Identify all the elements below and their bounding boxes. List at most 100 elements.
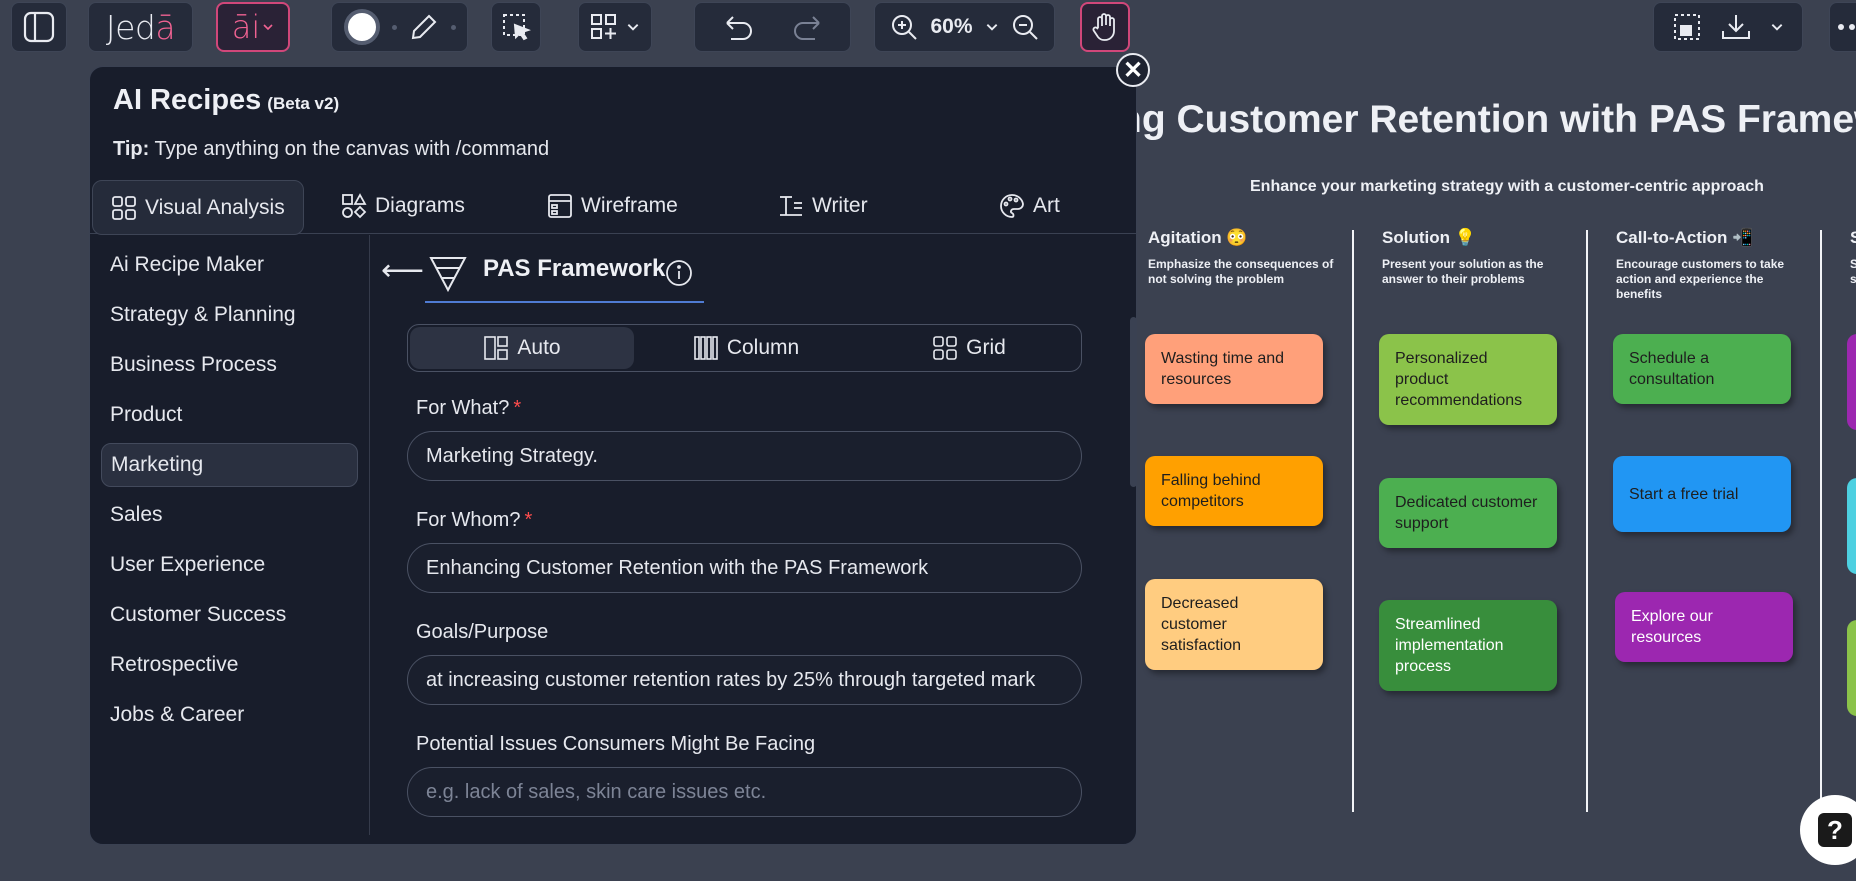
add-grid-icon [591, 14, 616, 39]
sticky-note[interactable]: Streamlined implementation process [1379, 600, 1557, 691]
sticky-note[interactable]: Personalized product recommendations [1379, 334, 1557, 425]
column-description-next[interactable]: S s [1850, 257, 1856, 287]
layout-option-grid[interactable]: Grid [858, 327, 1080, 369]
chevron-down-icon[interactable] [985, 20, 999, 34]
ai-recipes-panel: AI Recipes (Beta v2) Tip: Type anything o… [89, 66, 1137, 845]
sticky-note-partial[interactable] [1847, 334, 1856, 430]
chevron-down-icon [263, 24, 273, 31]
column-divider [1352, 230, 1354, 812]
help-button[interactable]: ? [1800, 795, 1856, 865]
redo-icon[interactable] [791, 13, 823, 41]
field-label-for-what: For What? * [416, 397, 522, 419]
column-heading-next[interactable]: S [1850, 228, 1856, 248]
sidebar-item-jobs-career[interactable]: Jobs & Career [101, 693, 358, 737]
sidebar-toggle-button[interactable] [11, 2, 67, 52]
recipe-category-sidebar: Ai Recipe Maker Strategy & Planning Busi… [90, 235, 370, 835]
draw-tools-group [331, 2, 468, 52]
more-options-button[interactable] [1829, 2, 1856, 52]
tab-writer[interactable]: Writer [778, 178, 868, 233]
jeda-logo: Jedā [105, 7, 176, 47]
sticky-note-partial[interactable] [1847, 620, 1856, 716]
close-panel-button[interactable]: ✕ [1116, 53, 1150, 87]
sticky-note-partial[interactable] [1847, 478, 1856, 574]
column-description-cta[interactable]: Encourage customers to take action and e… [1616, 257, 1806, 302]
zoom-in-icon[interactable] [890, 13, 918, 41]
select-cursor-icon [503, 14, 531, 41]
text-icon [780, 195, 802, 216]
add-element-button[interactable] [578, 2, 652, 52]
color-picker-button[interactable] [343, 9, 380, 45]
pan-tool-button[interactable] [1080, 2, 1130, 52]
zoom-out-icon[interactable] [1011, 13, 1039, 41]
sidebar-item-retrospective[interactable]: Retrospective [101, 643, 358, 687]
column-divider [1820, 230, 1822, 812]
sidebar-item-user-experience[interactable]: User Experience [101, 543, 358, 587]
tab-visual-analysis[interactable]: Visual Analysis [92, 180, 304, 235]
grid-icon [112, 195, 136, 220]
sidebar-panel-icon [23, 11, 55, 43]
canvas-title[interactable]: ng Customer Retention with PAS Framew [1118, 98, 1856, 142]
sticky-note[interactable]: Decreased customer satisfaction [1145, 579, 1323, 670]
panel-scrollbar[interactable] [1130, 317, 1136, 487]
column-description-agitation[interactable]: Emphasize the consequences of not solvin… [1148, 257, 1338, 287]
grid-layout-icon [933, 336, 957, 360]
zoom-level[interactable]: 60% [930, 15, 972, 39]
sticky-note[interactable]: Schedule a consultation [1613, 334, 1791, 404]
history-group [694, 2, 851, 52]
sidebar-item-business-process[interactable]: Business Process [101, 343, 358, 387]
undo-icon[interactable] [723, 13, 755, 41]
tab-art[interactable]: Art [999, 178, 1060, 233]
logo-button[interactable]: Jedā [88, 2, 193, 52]
shapes-icon [342, 192, 367, 218]
sticky-note[interactable]: Wasting time and resources [1145, 334, 1323, 404]
dot-separator [391, 24, 397, 30]
potential-issues-input[interactable]: e.g. lack of sales, skin care issues etc… [407, 767, 1082, 817]
tab-wireframe[interactable]: Wireframe [547, 178, 678, 233]
more-dot [1849, 24, 1855, 30]
for-whom-input[interactable]: Enhancing Customer Retention with the PA… [407, 543, 1082, 593]
column-heading-cta[interactable]: Call-to-Action 📲 [1616, 228, 1753, 248]
layout-option-column[interactable]: Column [634, 327, 858, 369]
select-tool-button[interactable] [491, 2, 541, 52]
column-heading-solution[interactable]: Solution 💡 [1382, 228, 1476, 248]
chevron-down-icon [627, 24, 639, 31]
column-heading-agitation[interactable]: Agitation 😳 [1148, 228, 1248, 248]
more-dot [1838, 24, 1844, 30]
wireframe-icon [548, 193, 572, 218]
info-icon[interactable] [664, 258, 694, 288]
canvas-subtitle[interactable]: Enhance your marketing strategy with a c… [1250, 178, 1764, 196]
sidebar-item-product[interactable]: Product [101, 393, 358, 437]
sidebar-item-ai-recipe-maker[interactable]: Ai Recipe Maker [101, 243, 358, 287]
column-divider [1586, 230, 1588, 812]
sticky-note[interactable]: Falling behind competitors [1145, 456, 1323, 526]
field-label-potential-issues: Potential Issues Consumers Might Be Faci… [416, 733, 816, 755]
ai-menu-button[interactable]: āi [216, 2, 290, 52]
beta-badge: (Beta v2) [267, 94, 340, 113]
sticky-note[interactable]: Dedicated customer support [1379, 478, 1557, 548]
sidebar-item-customer-success[interactable]: Customer Success [101, 593, 358, 637]
layout-selector: Auto Column Grid [407, 324, 1082, 372]
sidebar-item-marketing[interactable]: Marketing [101, 443, 358, 487]
column-description-solution[interactable]: Present your solution as the answer to t… [1382, 257, 1572, 287]
ai-label: āi [231, 8, 261, 46]
sidebar-item-strategy-planning[interactable]: Strategy & Planning [101, 293, 358, 337]
auto-layout-icon [484, 336, 509, 360]
recipe-form: ⟵ PAS Framework Auto Column Grid For Wha… [371, 235, 1121, 843]
download-icon[interactable] [1720, 12, 1752, 42]
capture-icon[interactable] [1672, 12, 1702, 42]
layout-option-auto[interactable]: Auto [410, 327, 634, 369]
sidebar-item-sales[interactable]: Sales [101, 493, 358, 537]
recipe-title: PAS Framework [483, 255, 666, 282]
for-what-input[interactable]: Marketing Strategy. [407, 431, 1082, 481]
recipe-category-tabs: Visual Analysis Diagrams Wireframe Write… [90, 178, 1136, 235]
sticky-note[interactable]: Start a free trial [1613, 456, 1791, 532]
back-arrow-icon[interactable]: ⟵ [381, 253, 424, 288]
field-label-goals: Goals/Purpose [416, 621, 549, 643]
pencil-icon[interactable] [409, 12, 439, 42]
tab-diagrams[interactable]: Diagrams [341, 178, 465, 233]
sticky-note[interactable]: Explore our resources [1615, 592, 1793, 662]
goals-input[interactable]: at increasing customer retention rates b… [407, 655, 1082, 705]
panel-title: AI Recipes (Beta v2) [113, 84, 340, 116]
column-layout-icon [694, 336, 718, 360]
chevron-down-icon[interactable] [1770, 20, 1784, 34]
